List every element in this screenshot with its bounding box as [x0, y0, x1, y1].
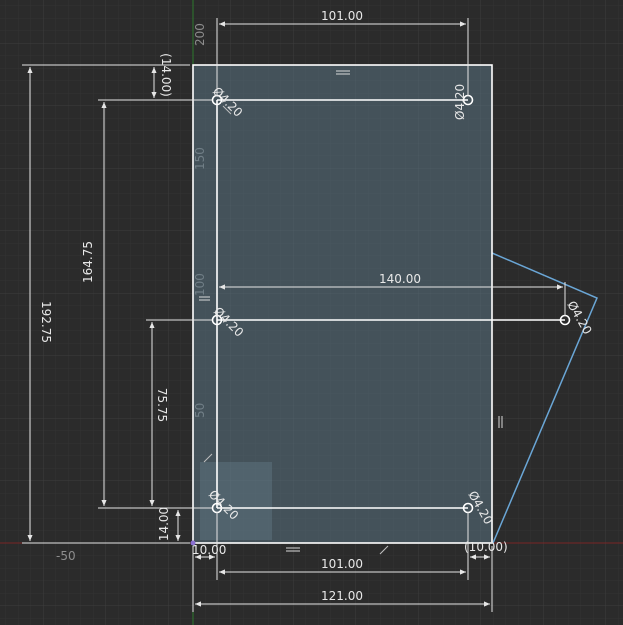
sketch-canvas[interactable]: 200 150 100 50 -50 Ø4.20 Ø4.20 Ø4.20 Ø4.… — [0, 0, 623, 625]
dimension-overall-width-value[interactable]: 121.00 — [321, 589, 363, 603]
dimension-overall-height-value[interactable]: 192.75 — [39, 301, 53, 343]
dimension-hole-spacing-value[interactable]: 140.00 — [379, 272, 421, 286]
hole-label-top-right[interactable]: Ø4.20 — [453, 84, 467, 120]
dimension-top-hole-height-value[interactable]: 164.75 — [81, 241, 95, 283]
dimension-top-width-value[interactable]: 101.00 — [321, 9, 363, 23]
dimension-left-offset[interactable]: 10.00 — [192, 543, 226, 560]
dimension-bottom-width-value[interactable]: 101.00 — [321, 557, 363, 571]
dimension-right-offset-value[interactable]: (10.00) — [464, 540, 508, 554]
dimension-left-offset-value[interactable]: 10.00 — [192, 543, 226, 557]
axis-label-200: 200 — [193, 23, 207, 46]
dimension-middle-hole-height-value[interactable]: 75.75 — [155, 388, 169, 422]
dimension-bottom-hole-height-value[interactable]: 14.00 — [157, 507, 171, 541]
dimension-top-offset-value[interactable]: (14.00) — [159, 53, 173, 97]
axis-label-minus-50: -50 — [56, 549, 76, 563]
